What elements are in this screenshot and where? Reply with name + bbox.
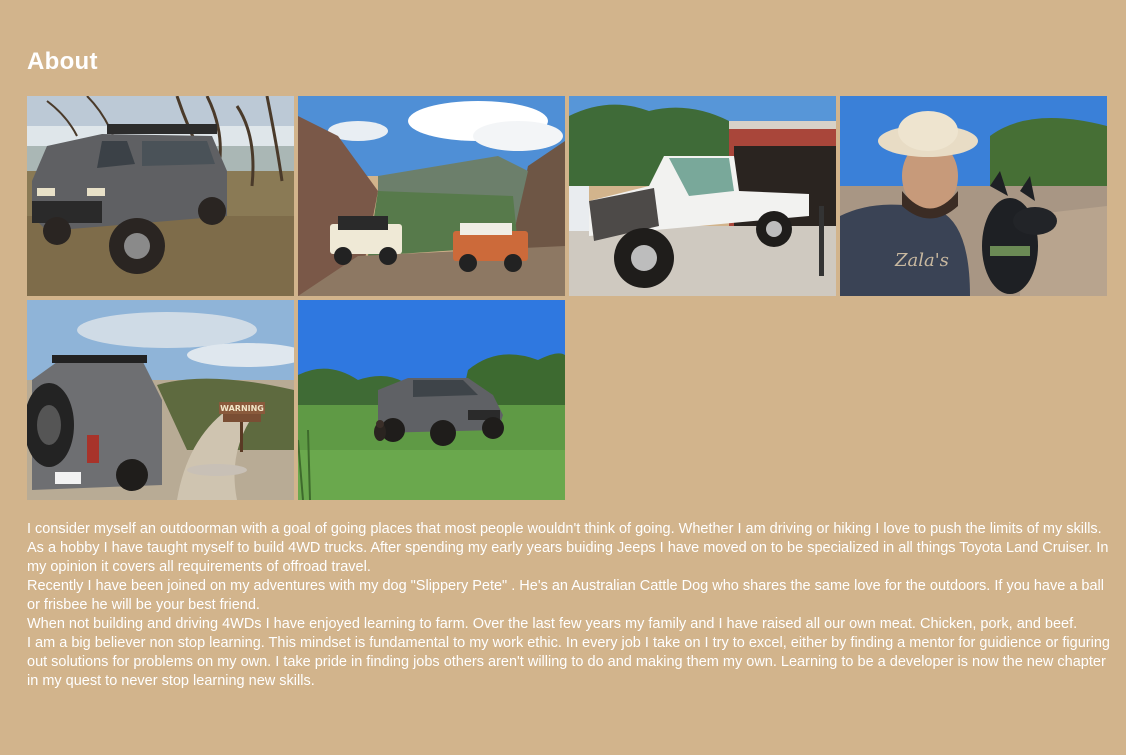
about-paragraph-farming: When not building and driving 4WDs I hav… bbox=[27, 616, 1078, 632]
svg-text:Zala's: Zala's bbox=[894, 250, 949, 271]
photo-selfie-with-dog[interactable]: Zala's bbox=[840, 96, 1107, 296]
about-paragraph-learning: I am a big believer non stop learning. T… bbox=[27, 635, 1110, 689]
about-paragraph-outdoorsman: I consider myself an outdoorman with a g… bbox=[27, 521, 1102, 537]
about-description: I consider myself an outdoorman with a g… bbox=[27, 520, 1112, 691]
page-title: About bbox=[27, 48, 98, 75]
photo-two-land-cruisers-mountains[interactable] bbox=[298, 96, 565, 296]
about-paragraph-4wd-hobby: As a hobby I have taught myself to build… bbox=[27, 540, 1109, 575]
warning-sign-text: WARNING bbox=[220, 404, 264, 413]
photo-pickup-build-garage[interactable] bbox=[569, 96, 836, 296]
photo-land-cruiser-green-field[interactable] bbox=[298, 300, 565, 500]
photo-land-cruiser-warning-sign[interactable]: WARNING bbox=[27, 300, 294, 500]
photo-land-cruiser-lake[interactable] bbox=[27, 96, 294, 296]
photo-gallery: Zala's WARNING bbox=[27, 96, 1109, 500]
about-paragraph-dog: Recently I have been joined on my advent… bbox=[27, 578, 1104, 613]
